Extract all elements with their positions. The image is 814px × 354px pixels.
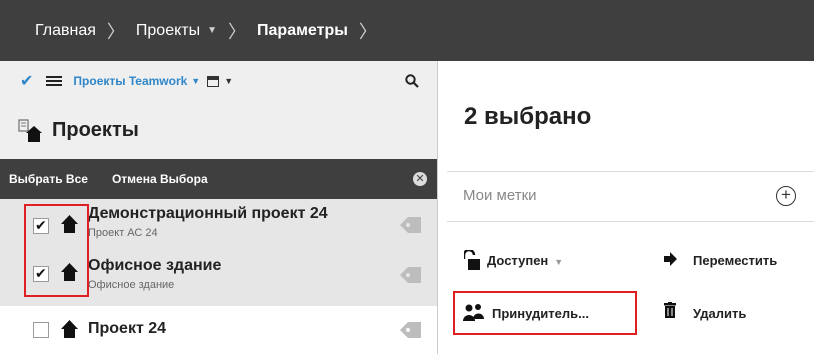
add-tag-icon[interactable]: + [776,186,796,206]
available-dropdown[interactable]: Доступен ▼ [487,253,563,268]
project-subtitle: Проект АС 24 [88,227,158,239]
tag-icon[interactable] [400,215,422,235]
arrow-right-icon[interactable] [664,252,677,266]
select-all-button[interactable]: Выбрать Все [9,172,88,186]
available-label[interactable]: Доступен [487,253,548,268]
close-icon[interactable]: ✕ [413,172,427,186]
cancel-selection-button[interactable]: Отмена Выбора [112,172,208,186]
breadcrumb-separator-icon: 〉 [358,21,377,42]
selected-count: 2 выбрано [464,103,592,130]
breadcrumb-projects-label[interactable]: Проекты [136,22,200,40]
breadcrumb-parameters-label[interactable]: Параметры [257,22,348,40]
tag-icon[interactable] [400,320,422,340]
breadcrumb-projects[interactable]: Проекты ▼ [136,22,217,40]
chevron-down-icon[interactable]: ▼ [207,25,217,36]
select-mode-check-icon[interactable]: ✔ [20,71,33,91]
checkbox-highlight [24,204,89,297]
tags-label: Мои метки [463,187,537,204]
chevron-down-icon[interactable]: ▼ [554,257,563,267]
filter-dropdown[interactable]: Проекты Teamwork [73,74,187,88]
breadcrumb-home-label[interactable]: Главная [35,22,96,40]
projects-toolbar: ✔ Проекты Teamwork ▼ ▼ [0,61,437,101]
breadcrumb-separator-icon: 〉 [228,21,247,42]
search-icon[interactable] [405,74,419,88]
breadcrumb: Главная 〉 Проекты ▼ 〉 Параметры 〉 [0,0,814,61]
breadcrumb-separator-icon: 〉 [106,21,125,42]
divider [447,171,814,172]
home-icon [61,320,78,338]
divider [447,221,814,222]
project-title[interactable]: Демонстрационный проект 24 [88,205,328,223]
unlock-icon[interactable] [464,250,480,270]
calendar-icon[interactable] [207,75,220,87]
breadcrumb-home[interactable]: Главная [35,22,96,40]
project-subtitle: Офисное здание [88,279,175,291]
project-title[interactable]: Проект 24 [88,320,166,338]
chevron-down-icon[interactable]: ▼ [191,76,200,86]
page-title: Проекты [52,118,139,141]
tag-icon[interactable] [400,265,422,285]
project-checkbox[interactable] [33,322,49,338]
move-button[interactable]: Переместить [693,253,777,268]
delete-button[interactable]: Удалить [693,306,746,321]
list-view-icon[interactable] [46,74,63,88]
selection-bar: Выбрать Все Отмена Выбора ✕ [0,159,437,199]
panel-divider [437,61,438,354]
list-item[interactable]: Проект 24 [0,306,437,354]
chevron-down-icon[interactable]: ▼ [224,76,233,86]
breadcrumb-parameters[interactable]: Параметры [257,22,348,40]
projects-header: Проекты [0,101,437,159]
force-button-highlight [453,291,637,335]
project-title[interactable]: Офисное здание [88,257,221,275]
projects-icon [18,119,42,142]
trash-icon[interactable] [664,302,676,318]
